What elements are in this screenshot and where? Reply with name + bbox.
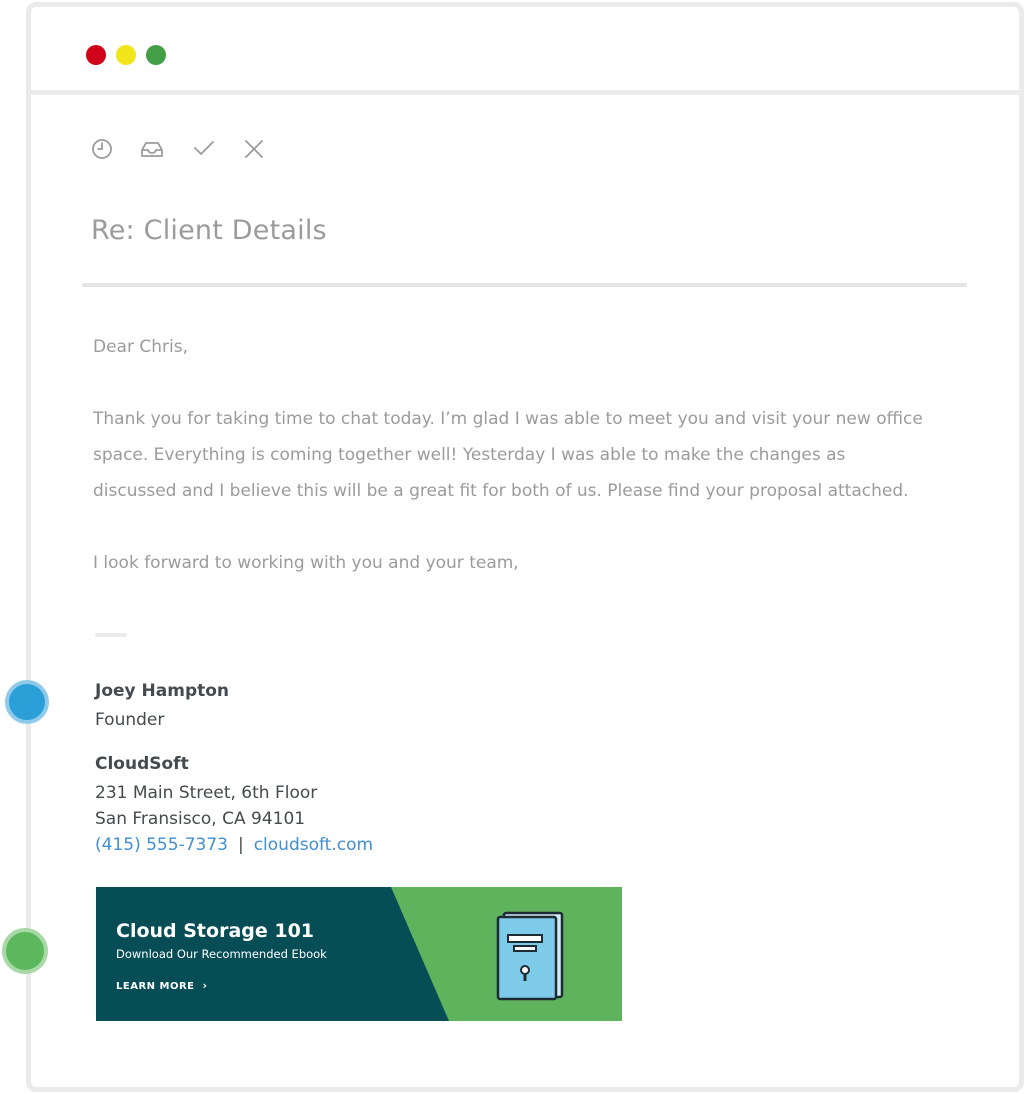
banner-subtitle: Download Our Recommended Ebook <box>116 947 327 961</box>
email-closing: I look forward to working with you and y… <box>93 553 519 573</box>
banner-marker <box>2 928 48 974</box>
learn-more-label: LEARN MORE <box>116 981 195 992</box>
signature-address-line1: 231 Main Street, 6th Floor <box>95 783 318 803</box>
inbox-icon[interactable] <box>138 135 166 163</box>
clock-icon[interactable] <box>88 135 116 163</box>
ebook-icon <box>496 911 564 1001</box>
signature-divider <box>95 633 127 637</box>
contact-separator: | <box>237 835 244 855</box>
email-paragraph: Thank you for taking time to chat today.… <box>93 409 923 501</box>
check-icon[interactable] <box>190 135 218 163</box>
chevron-right-icon: › <box>202 979 208 992</box>
learn-more-link[interactable]: LEARN MORE › <box>116 979 208 992</box>
website-link[interactable]: cloudsoft.com <box>254 835 373 855</box>
signature-name: Joey Hampton <box>95 681 230 701</box>
signature-title: Founder <box>95 710 165 730</box>
email-window: Re: Client Details Dear Chris, Thank you… <box>26 2 1024 1092</box>
signature-address-line2: San Fransisco, CA 94101 <box>95 809 306 829</box>
title-bar <box>31 7 1019 95</box>
email-subject: Re: Client Details <box>91 215 327 246</box>
maximize-window-button[interactable] <box>146 45 166 65</box>
close-icon[interactable] <box>240 135 268 163</box>
signature-company: CloudSoft <box>95 754 189 774</box>
signature-contact: (415) 555-7373 | cloudsoft.com <box>95 835 373 855</box>
subject-divider <box>82 283 967 287</box>
ebook-banner[interactable]: Cloud Storage 101 Download Our Recommend… <box>96 887 622 1021</box>
banner-title: Cloud Storage 101 <box>116 920 315 942</box>
signature-marker <box>5 680 49 724</box>
phone-link[interactable]: (415) 555-7373 <box>95 835 228 855</box>
minimize-window-button[interactable] <box>116 45 136 65</box>
close-window-button[interactable] <box>86 45 106 65</box>
email-greeting: Dear Chris, <box>93 337 188 357</box>
